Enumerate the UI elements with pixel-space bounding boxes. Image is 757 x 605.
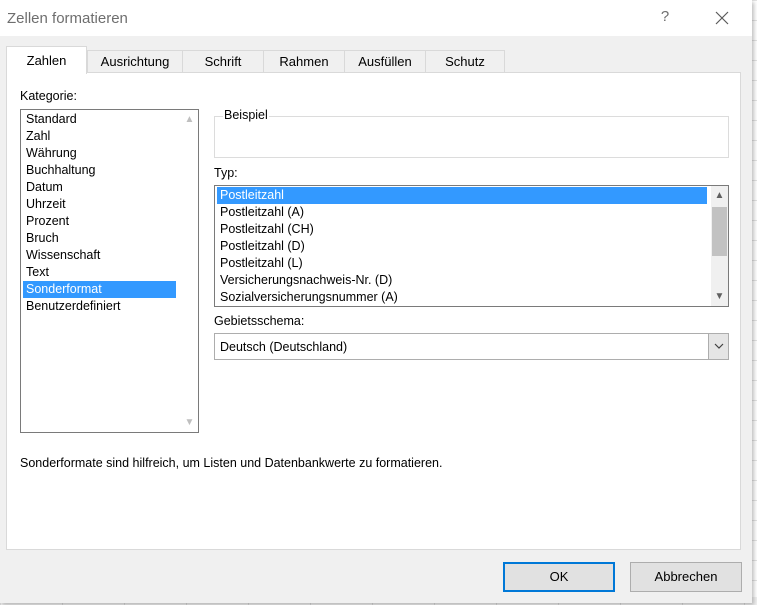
cancel-button[interactable]: Abbrechen: [630, 562, 742, 592]
type-item-postleitzahl-d[interactable]: Postleitzahl (D): [217, 238, 707, 255]
category-scrollbar[interactable]: ▲ ▼: [181, 110, 198, 432]
tab-schutz[interactable]: Schutz: [425, 50, 505, 73]
close-button[interactable]: [708, 6, 736, 30]
type-scrollbar[interactable]: ▲ ▼: [711, 186, 728, 306]
ok-button[interactable]: OK: [503, 562, 615, 592]
category-item-sonderformat[interactable]: Sonderformat: [23, 281, 176, 298]
dropdown-button[interactable]: [708, 334, 728, 359]
category-item-waehrung[interactable]: Währung: [23, 145, 179, 162]
locale-dropdown[interactable]: Deutsch (Deutschland): [214, 333, 729, 360]
type-label: Typ:: [214, 166, 238, 180]
category-item-text[interactable]: Text: [23, 264, 179, 281]
type-item-postleitzahl-ch[interactable]: Postleitzahl (CH): [217, 221, 707, 238]
category-item-datum[interactable]: Datum: [23, 179, 179, 196]
help-button[interactable]: ?: [654, 8, 676, 28]
type-item-postleitzahl-a[interactable]: Postleitzahl (A): [217, 204, 707, 221]
type-listbox[interactable]: Postleitzahl Postleitzahl (A) Postleitza…: [214, 185, 729, 307]
category-item-buchhaltung[interactable]: Buchhaltung: [23, 162, 179, 179]
scroll-up-icon[interactable]: ▲: [181, 111, 198, 128]
category-item-bruch[interactable]: Bruch: [23, 230, 179, 247]
category-label: Kategorie:: [20, 89, 77, 103]
tab-ausfuellen[interactable]: Ausfüllen: [344, 50, 426, 73]
category-item-benutzerdefiniert[interactable]: Benutzerdefiniert: [23, 298, 179, 315]
category-item-uhrzeit[interactable]: Uhrzeit: [23, 196, 179, 213]
category-item-standard[interactable]: Standard: [23, 111, 179, 128]
tab-zahlen[interactable]: Zahlen: [6, 46, 87, 74]
scroll-down-icon[interactable]: ▼: [181, 414, 198, 431]
tab-panel-zahlen: Kategorie: Standard Zahl Währung Buchhal…: [6, 72, 741, 550]
type-item-postleitzahl[interactable]: Postleitzahl: [217, 187, 707, 204]
type-item-postleitzahl-l[interactable]: Postleitzahl (L): [217, 255, 707, 272]
description-text: Sonderformate sind hilfreich, um Listen …: [20, 456, 443, 470]
locale-value: Deutsch (Deutschland): [220, 340, 348, 354]
dialog-title: Zellen formatieren: [7, 10, 128, 27]
chevron-down-icon: [714, 343, 723, 349]
type-item-versicherungsnachweis[interactable]: Versicherungsnachweis-Nr. (D): [217, 272, 707, 289]
scroll-up-icon[interactable]: ▲: [711, 187, 728, 204]
tab-schrift[interactable]: Schrift: [182, 50, 264, 73]
locale-label: Gebietsschema:: [214, 314, 305, 328]
category-item-wissenschaft[interactable]: Wissenschaft: [23, 247, 179, 264]
type-item-sozialversicherungsnummer[interactable]: Sozialversicherungsnummer (A): [217, 289, 707, 306]
category-item-prozent[interactable]: Prozent: [23, 213, 179, 230]
example-groupbox: Beispiel: [214, 108, 729, 158]
scroll-down-icon[interactable]: ▼: [711, 288, 728, 305]
scrollbar-thumb[interactable]: [712, 207, 727, 256]
category-item-zahl[interactable]: Zahl: [23, 128, 179, 145]
tab-ausrichtung[interactable]: Ausrichtung: [87, 50, 183, 73]
format-cells-dialog: Zellen formatieren ? Zahlen Ausrichtung …: [0, 0, 752, 603]
category-listbox[interactable]: Standard Zahl Währung Buchhaltung Datum …: [20, 109, 199, 433]
close-icon: [715, 11, 729, 25]
tab-rahmen[interactable]: Rahmen: [263, 50, 345, 73]
example-label: Beispiel: [223, 108, 269, 122]
title-bar: Zellen formatieren ?: [0, 0, 752, 36]
